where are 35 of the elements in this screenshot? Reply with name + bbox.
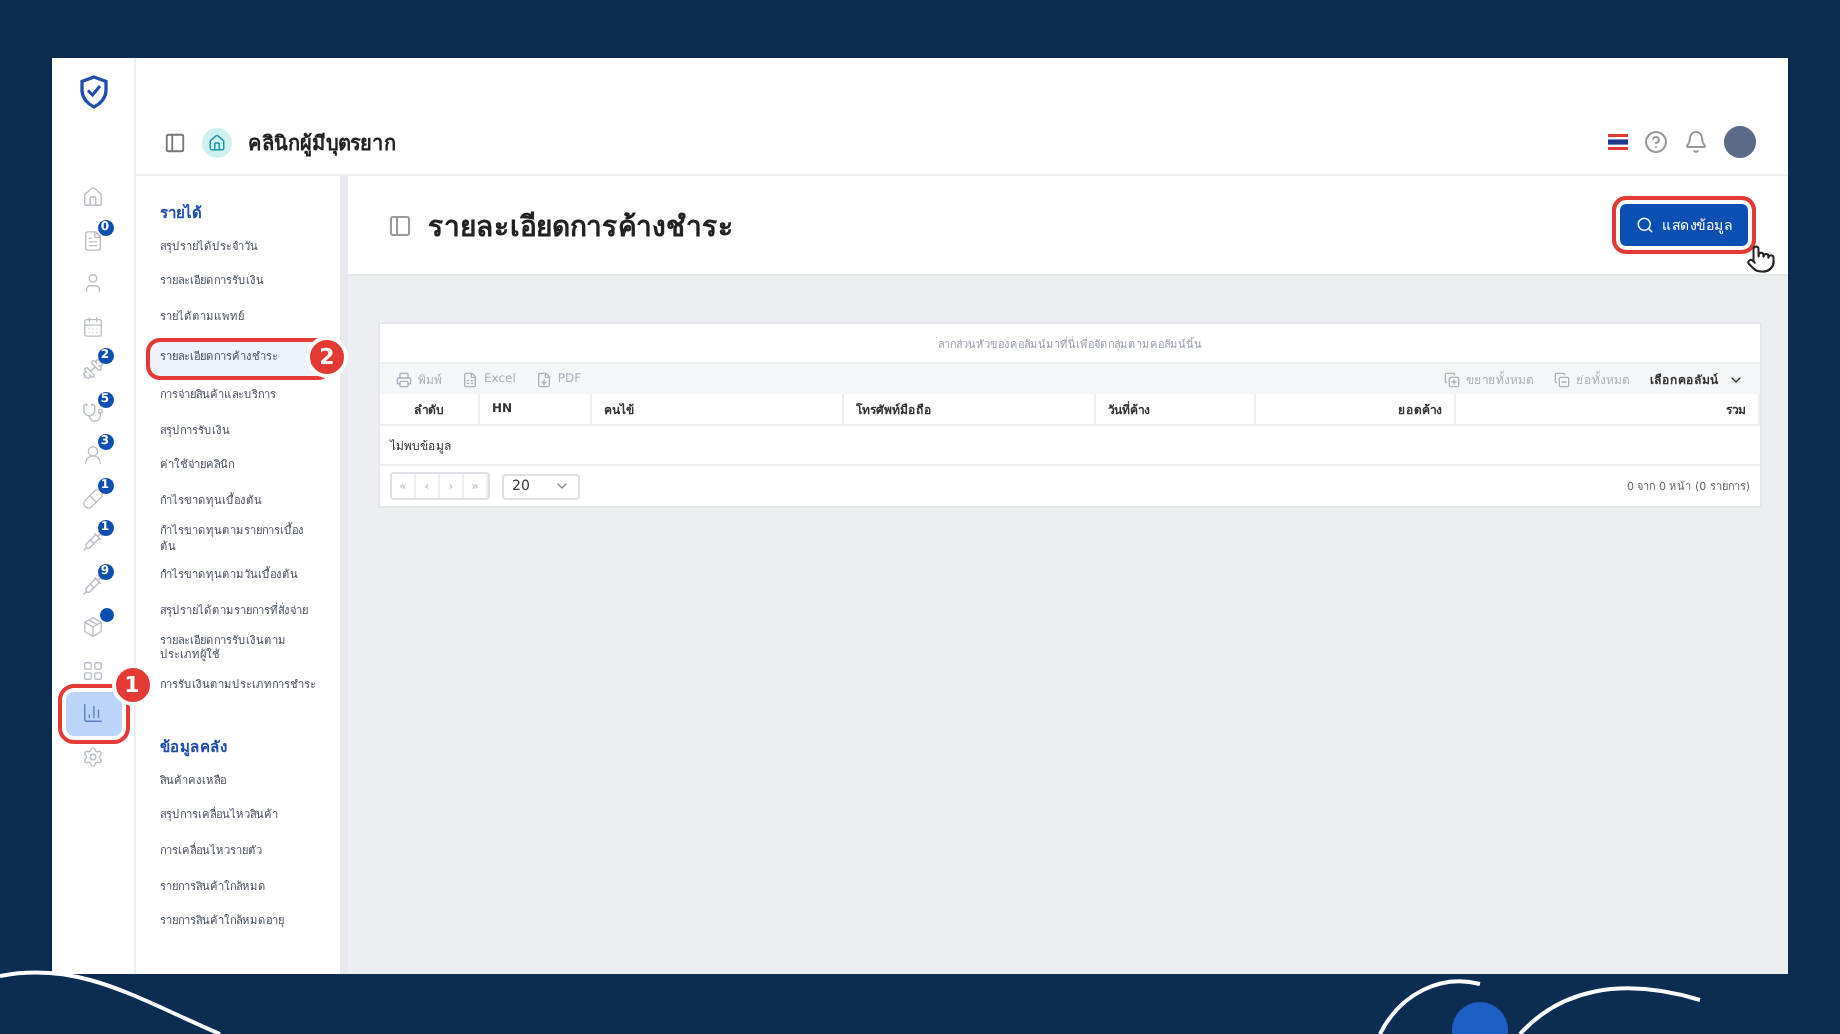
sidebar-toggle-icon[interactable] [164, 131, 186, 153]
caret-icon [554, 478, 570, 494]
person-icon [82, 444, 104, 467]
document-icon [82, 229, 104, 252]
notification-dot [99, 608, 113, 622]
home-icon [82, 186, 104, 209]
help-icon[interactable] [1644, 130, 1668, 154]
user-avatar[interactable] [1724, 126, 1756, 158]
shield-logo-icon [75, 74, 111, 110]
pill-icon [82, 487, 104, 510]
page-icon [388, 213, 412, 237]
notification-bell-icon[interactable] [1684, 130, 1708, 154]
document-icon [535, 371, 552, 387]
dumbbell-icon [82, 358, 104, 381]
settings-icon [82, 745, 104, 768]
spreadsheet-icon [462, 371, 478, 387]
clinic-name: คลินิกผู้มีบุตรยาก [248, 130, 398, 157]
syringe-icon [82, 530, 104, 553]
step-number-badge: 1 [111, 664, 153, 706]
box-icon [82, 616, 104, 639]
flag-icon[interactable] [1608, 134, 1628, 150]
sidebar-nav-button[interactable] [65, 692, 121, 735]
printer-icon [396, 371, 412, 387]
page-title: รายละเอียดการค้างชำระ [428, 209, 736, 247]
stethoscope-icon [82, 401, 104, 424]
copy-icon [1554, 371, 1570, 387]
calendar-icon [82, 315, 104, 338]
house-icon [208, 133, 226, 151]
user-icon [82, 272, 104, 295]
step-number-badge: 2 [306, 335, 348, 378]
grid-icon [82, 659, 104, 682]
bar-chart-icon [82, 702, 104, 725]
search-icon [1636, 216, 1654, 234]
copy-icon [1444, 371, 1460, 387]
syringe-icon [82, 573, 104, 596]
